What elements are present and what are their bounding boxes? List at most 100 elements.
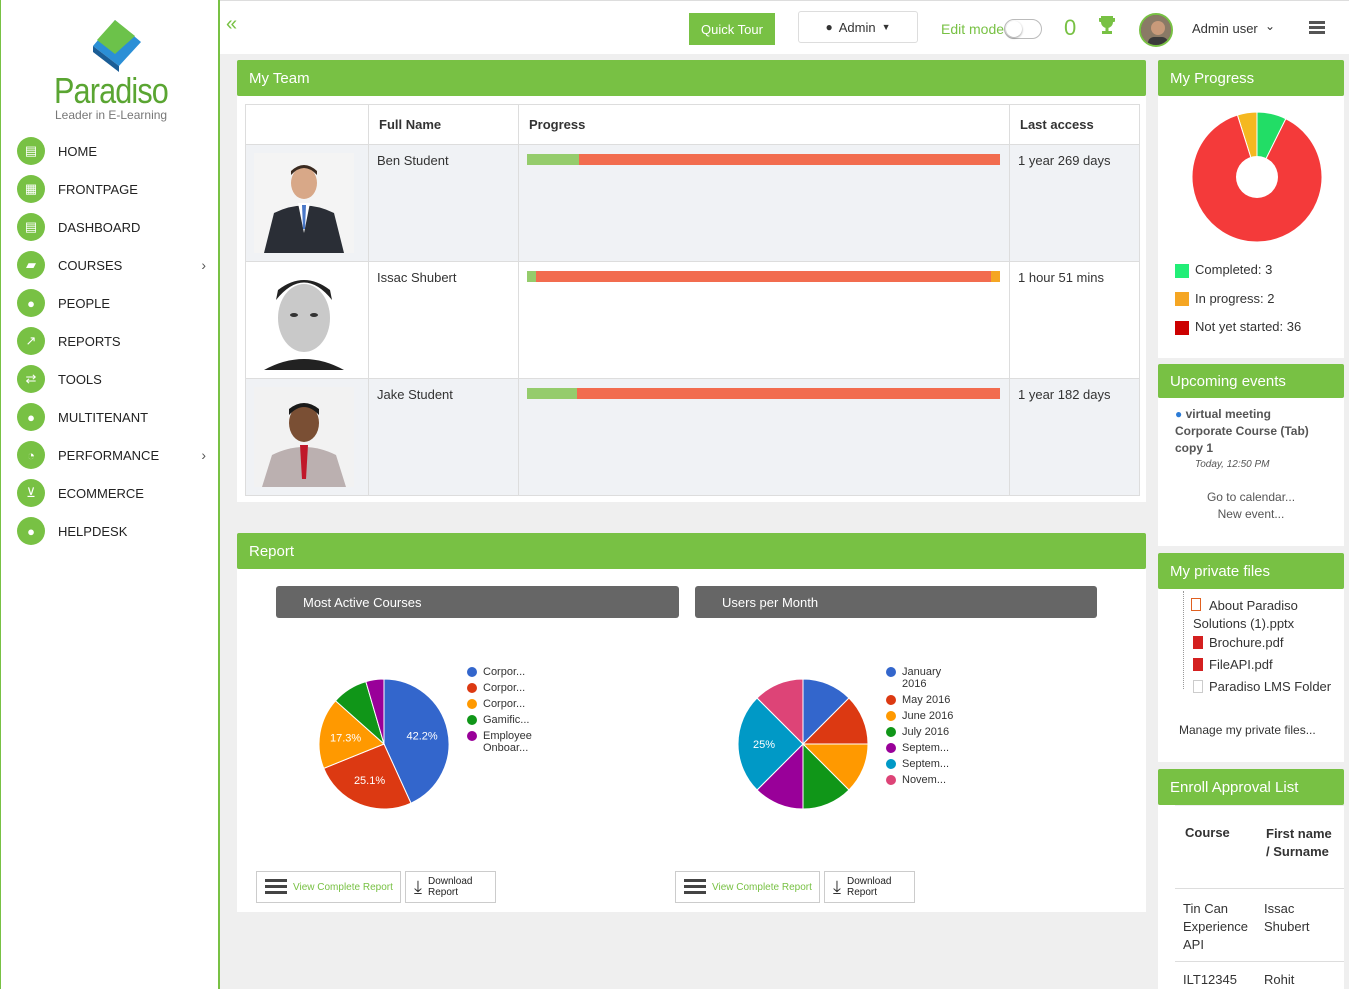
donut-hole — [1236, 156, 1278, 198]
team-table: Full Name Progress Last access Ben Stude… — [245, 104, 1140, 496]
event-item[interactable]: ● virtual meeting Corporate Course (Tab)… — [1175, 406, 1335, 457]
user-menu-chevron-icon[interactable]: ⌄ — [1265, 19, 1275, 33]
new-event-link[interactable]: New event... — [1158, 507, 1344, 521]
sidebar-item-tools[interactable]: ⇄ TOOLS — [17, 364, 212, 394]
col-progress: Progress — [518, 104, 1010, 145]
caret-down-icon: ▼ — [881, 22, 891, 32]
segment-completed — [527, 388, 577, 399]
name-cell[interactable]: Issac Shubert — [368, 261, 519, 379]
logo-text: Paradiso — [54, 70, 169, 111]
legend-item[interactable]: July 2016 — [886, 726, 961, 738]
team-table-header: Full Name Progress Last access — [245, 104, 1140, 145]
collapse-sidebar-icon[interactable]: « — [226, 13, 237, 36]
sidebar-item-courses[interactable]: ▰ COURSES › — [17, 250, 212, 280]
table-row[interactable]: Issac Shubert 1 hour 51 mins — [245, 261, 1140, 379]
sidebar-item-reports[interactable]: ↗ REPORTS — [17, 326, 212, 356]
legend-item[interactable]: Gamific... — [467, 714, 542, 726]
sidebar-item-performance[interactable]: ◔ PERFORMANCE › — [17, 440, 212, 470]
pie-data-label: 25% — [753, 739, 775, 751]
user-icon: ● — [825, 20, 833, 34]
legend-swatch — [467, 667, 477, 677]
legend-item[interactable]: January 2016 — [886, 666, 961, 690]
event-course[interactable]: Corporate Course (Tab) copy 1 — [1175, 424, 1309, 455]
user-photo — [254, 387, 354, 487]
tab-most-active-courses[interactable]: Most Active Courses — [276, 586, 679, 618]
event-name[interactable]: virtual meeting — [1186, 407, 1271, 421]
sidebar-item-people[interactable]: ● PEOPLE — [17, 288, 212, 318]
segment-not-started — [576, 388, 1000, 399]
user-avatar[interactable] — [1139, 13, 1173, 47]
table-row[interactable]: Ben Student 1 year 269 days — [245, 144, 1140, 262]
col-name: First name / Surname — [1266, 826, 1332, 859]
legend-item[interactable]: May 2016 — [886, 694, 961, 706]
admin-role-dropdown[interactable]: ● Admin ▼ — [798, 11, 918, 43]
pdf-icon — [1193, 636, 1203, 649]
view-complete-report-button[interactable]: View Complete Report — [256, 871, 401, 903]
sidebar-item-home[interactable]: ▤ HOME — [17, 136, 212, 166]
view-complete-report-button-2[interactable]: View Complete Report — [675, 871, 820, 903]
table-row[interactable]: Jake Student 1 year 182 days — [245, 378, 1140, 496]
file-item[interactable]: FileAPI.pdf — [1193, 657, 1273, 672]
legend-item[interactable]: Corpor... — [467, 698, 542, 710]
legend-label: Corpor... — [483, 666, 526, 678]
event-time: Today, 12:50 PM — [1195, 459, 1270, 470]
sidebar-item-ecommerce[interactable]: ⊻ ECOMMERCE — [17, 478, 212, 508]
file-item[interactable]: Brochure.pdf — [1193, 635, 1283, 650]
download-report-button[interactable]: ⤓ Download Report — [405, 871, 496, 903]
legend-item[interactable]: Corpor... — [467, 682, 542, 694]
list-icon — [265, 879, 287, 895]
download-report-button-2[interactable]: ⤓ Download Report — [824, 871, 915, 903]
sidebar-item-label: PERFORMANCE — [58, 447, 160, 463]
legend-swatch — [886, 695, 896, 705]
sidebar-item-label: HELPDESK — [58, 523, 128, 539]
sidebar-item-label: MULTITENANT — [58, 409, 149, 425]
tab-users-per-month[interactable]: Users per Month — [695, 586, 1097, 618]
sidebar-item-dashboard[interactable]: ▤ DASHBOARD — [17, 212, 212, 242]
chevron-right-icon[interactable]: › — [201, 257, 206, 273]
most-active-courses-pie: 42.2% 25.1% 17.3% — [318, 678, 450, 810]
sidebar-item-label: HOME — [58, 143, 97, 159]
legend-label: Corpor... — [483, 682, 526, 694]
user-photo — [254, 153, 354, 253]
logo-mark — [93, 20, 141, 72]
edit-mode-toggle[interactable] — [1004, 19, 1042, 39]
trophy-icon[interactable] — [1098, 15, 1116, 37]
list-icon — [684, 879, 706, 895]
legend-item[interactable]: Septem... — [886, 742, 961, 754]
people-icon: ● — [17, 289, 45, 317]
legend-label: May 2016 — [902, 694, 951, 706]
sidebar-item-helpdesk[interactable]: ● HELPDESK — [17, 516, 212, 546]
logo[interactable]: Paradiso Leader in E-Learning — [51, 18, 171, 128]
legend-item[interactable]: Novem... — [886, 774, 961, 786]
last-access-cell: 1 year 269 days — [1009, 144, 1140, 262]
legend-item[interactable]: Corpor... — [467, 666, 542, 678]
chevron-right-icon[interactable]: › — [201, 447, 206, 463]
chart-icon: ↗ — [17, 327, 45, 355]
pptx-icon — [1191, 598, 1201, 611]
legend-label: Employee Onboar... — [483, 730, 532, 754]
user-name[interactable]: Admin user — [1192, 21, 1258, 36]
legend-item[interactable]: Septem... — [886, 758, 961, 770]
quick-tour-button[interactable]: Quick Tour — [689, 13, 775, 45]
user-photo — [254, 270, 354, 370]
last-access-cell: 1 year 182 days — [1009, 378, 1140, 496]
go-to-calendar-link[interactable]: Go to calendar... — [1158, 490, 1344, 504]
enroll-title: Enroll Approval List — [1170, 778, 1299, 796]
download-label-1: Download — [427, 876, 473, 887]
manage-private-files-link[interactable]: Manage my private files... — [1179, 723, 1316, 737]
view-report-label: View Complete Report — [293, 881, 393, 893]
file-item[interactable]: About Paradiso Solutions (1).pptx — [1191, 597, 1343, 633]
sidebar-item-multitenant[interactable]: ● MULTITENANT — [17, 402, 212, 432]
name-cell[interactable]: Ben Student — [368, 144, 519, 262]
sidebar-item-frontpage[interactable]: ▦ FRONTPAGE — [17, 174, 212, 204]
home-icon: ▤ — [17, 137, 45, 165]
legend-item[interactable]: Employee Onboar... — [467, 730, 542, 754]
name-cell[interactable]: Jake Student — [368, 378, 519, 496]
hamburger-menu-icon[interactable] — [1309, 21, 1325, 35]
my-team-header: My Team — [237, 60, 1146, 96]
legend-item[interactable]: June 2016 — [886, 710, 961, 722]
file-item[interactable]: Paradiso LMS Folder — [1193, 679, 1331, 694]
enroll-header: Enroll Approval List — [1158, 769, 1344, 805]
enroll-table-header: Course First name / Surname — [1175, 805, 1344, 889]
admin-label: Admin — [838, 19, 876, 35]
